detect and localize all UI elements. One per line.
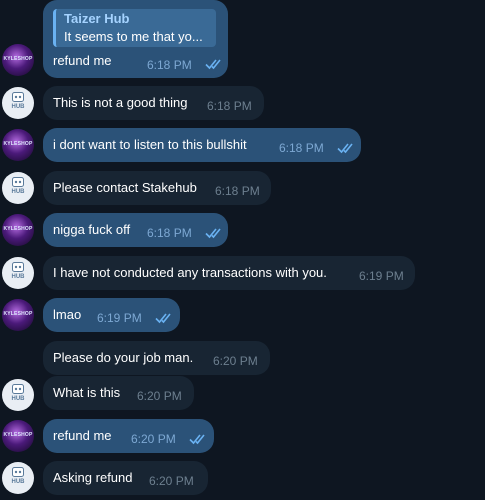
read-check-icon (337, 143, 353, 154)
message-time: 6:18 PM (147, 226, 192, 240)
message-text: I have not conducted any transactions wi… (53, 265, 327, 280)
avatar-label: HUB (11, 189, 25, 195)
message-time: 6:18 PM (207, 99, 252, 113)
message-time: 6:18 PM (147, 58, 192, 72)
message-text: This is not a good thing (53, 95, 188, 110)
message-text: Asking refund (53, 470, 133, 485)
message-text: i dont want to listen to this bullshit (53, 137, 247, 152)
avatar-label: HUB (11, 104, 25, 110)
message-time: 6:20 PM (137, 389, 182, 403)
avatar[interactable]: KYLESHOP (2, 420, 34, 452)
message-bubble[interactable]: nigga fuck off 6:18 PM (43, 213, 228, 247)
robot-face-icon (12, 92, 24, 102)
message-text: What is this (53, 385, 121, 400)
reply-preview[interactable]: Taizer Hub It seems to me that yo... (53, 9, 216, 47)
message-text: refund me (53, 428, 112, 443)
avatar-label: KYLESHOP (3, 56, 33, 62)
avatar-label: HUB (11, 274, 25, 280)
message-bubble[interactable]: I have not conducted any transactions wi… (43, 256, 415, 290)
avatar[interactable]: KYLESHOP (2, 129, 34, 161)
avatar[interactable]: HUB (2, 172, 34, 204)
avatar[interactable]: HUB (2, 87, 34, 119)
avatar[interactable]: HUB (2, 257, 34, 289)
avatar[interactable]: KYLESHOP (2, 44, 34, 76)
robot-face-icon (12, 384, 24, 394)
message-time: 6:20 PM (131, 432, 176, 446)
robot-face-icon (12, 467, 24, 477)
avatar-label: KYLESHOP (3, 311, 33, 317)
message-bubble[interactable]: lmao 6:19 PM (43, 298, 180, 332)
avatar-label: HUB (11, 396, 25, 402)
message-bubble[interactable]: Please contact Stakehub 6:18 PM (43, 171, 271, 205)
reply-author: Taizer Hub (64, 11, 130, 26)
read-check-icon (155, 313, 171, 324)
message-text: Please contact Stakehub (53, 180, 197, 195)
read-check-icon (189, 434, 205, 445)
message-time: 6:18 PM (215, 184, 260, 198)
message-bubble[interactable]: Asking refund 6:20 PM (43, 461, 208, 495)
message-text: Please do your job man. (53, 350, 194, 365)
message-bubble[interactable]: Please do your job man. 6:20 PM (43, 341, 270, 375)
reply-text: It seems to me that yo... (64, 29, 203, 44)
message-time: 6:19 PM (359, 269, 404, 283)
message-time: 6:20 PM (149, 474, 194, 488)
message-text: lmao (53, 307, 82, 322)
avatar[interactable]: KYLESHOP (2, 214, 34, 246)
avatar[interactable]: HUB (2, 462, 34, 494)
message-time: 6:20 PM (213, 354, 258, 368)
avatar-label: HUB (11, 479, 25, 485)
avatar-label: KYLESHOP (3, 226, 33, 232)
avatar-label: KYLESHOP (3, 432, 33, 438)
message-time: 6:19 PM (97, 311, 142, 325)
message-bubble[interactable]: i dont want to listen to this bullshit 6… (43, 128, 361, 162)
message-bubble[interactable]: Taizer Hub It seems to me that yo... ref… (43, 0, 228, 78)
message-text: refund me (53, 53, 112, 68)
avatar[interactable]: KYLESHOP (2, 299, 34, 331)
message-bubble[interactable]: refund me 6:20 PM (43, 419, 214, 453)
read-check-icon (205, 59, 221, 70)
message-bubble[interactable]: This is not a good thing 6:18 PM (43, 86, 264, 120)
message-text: nigga fuck off (53, 222, 131, 237)
message-time: 6:18 PM (279, 141, 324, 155)
message-bubble[interactable]: What is this 6:20 PM (43, 376, 194, 410)
avatar-label: KYLESHOP (3, 141, 33, 147)
read-check-icon (205, 228, 221, 239)
robot-face-icon (12, 177, 24, 187)
avatar[interactable]: HUB (2, 379, 34, 411)
robot-face-icon (12, 262, 24, 272)
